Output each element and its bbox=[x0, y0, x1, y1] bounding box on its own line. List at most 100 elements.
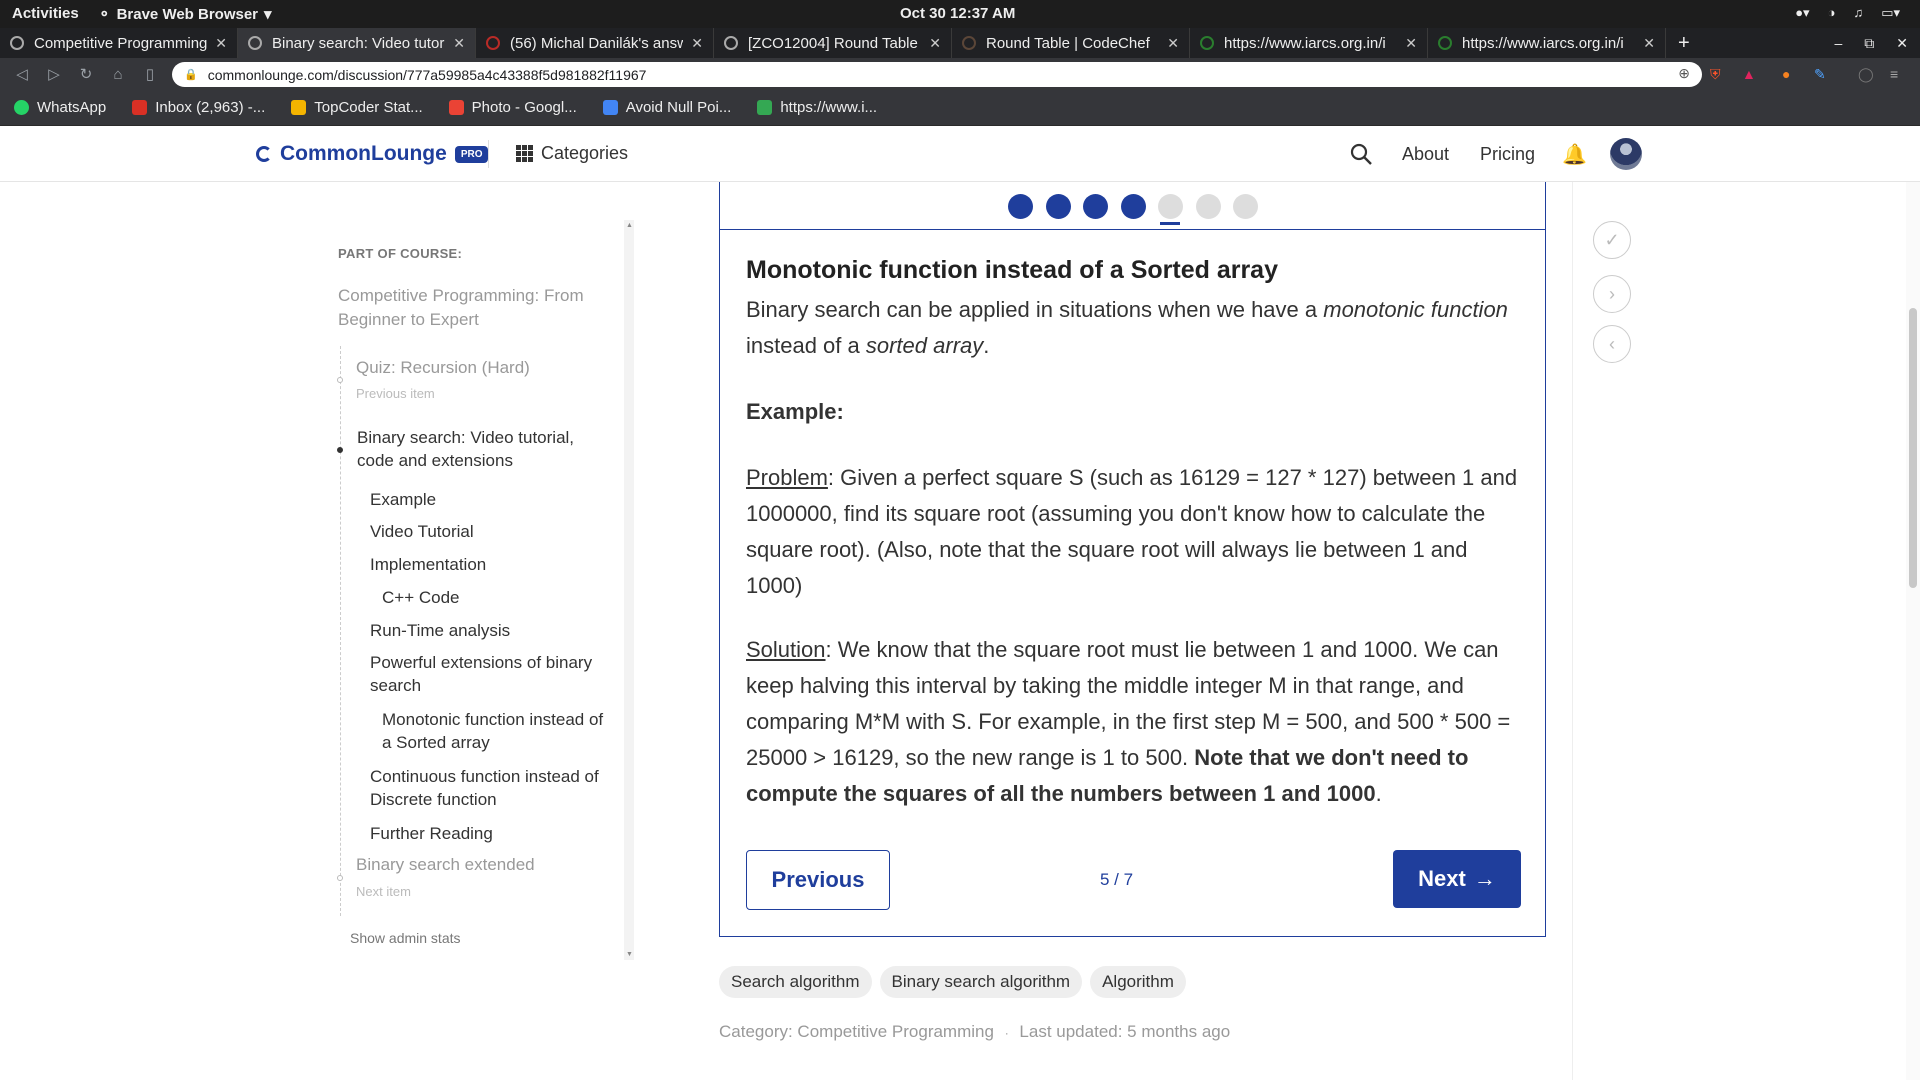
back-icon[interactable]: ◁ bbox=[6, 65, 38, 83]
app-name: Brave Web Browser bbox=[116, 5, 259, 23]
bookmark-label: TopCoder Stat... bbox=[314, 99, 423, 116]
course-title-link[interactable]: Competitive Programming: From Beginner t… bbox=[338, 284, 608, 332]
bookmarks-bar: WhatsApp Inbox (2,963) -... TopCoder Stat.… bbox=[0, 90, 1920, 126]
next-button[interactable]: Next → bbox=[1393, 850, 1521, 908]
check-icon[interactable]: ✓ bbox=[1593, 221, 1631, 259]
toc-item-continuous-function[interactable]: Continuous function instead of Discrete … bbox=[370, 765, 610, 811]
pen-icon[interactable]: ✎ bbox=[1814, 66, 1826, 83]
restore-icon[interactable]: ⧉ bbox=[1864, 35, 1874, 52]
toc-item-video-tutorial[interactable]: Video Tutorial bbox=[370, 520, 474, 543]
progress-dot[interactable] bbox=[1120, 194, 1146, 219]
chevron-right-icon[interactable]: › bbox=[1593, 275, 1631, 313]
progress-dot[interactable] bbox=[1158, 194, 1183, 219]
browser-tab[interactable]: https://www.iarcs.org.in/i ✕ bbox=[1428, 28, 1666, 58]
search-icon[interactable] bbox=[1350, 143, 1372, 165]
profile-icon[interactable]: ◯ bbox=[1858, 66, 1874, 83]
bell-icon[interactable]: 🔔 bbox=[1562, 142, 1587, 167]
browser-tab[interactable]: https://www.iarcs.org.in/i ✕ bbox=[1190, 28, 1428, 58]
address-bar[interactable]: 🔒 commonlounge.com/discussion/777a59985a… bbox=[172, 62, 1702, 87]
minimize-icon[interactable]: – bbox=[1834, 35, 1842, 51]
scroll-down-icon[interactable]: ▼ bbox=[626, 951, 633, 958]
lock-icon[interactable]: 🔒 bbox=[184, 68, 198, 81]
browser-tab[interactable]: Competitive Programming ✕ bbox=[0, 28, 238, 58]
category-link[interactable]: Category: Competitive Programming bbox=[719, 1022, 994, 1041]
menu-icon[interactable]: ≡ bbox=[1890, 66, 1898, 82]
pricing-link[interactable]: Pricing bbox=[1480, 144, 1535, 165]
close-icon[interactable]: ✕ bbox=[929, 35, 941, 52]
network-icon[interactable]: ◑ bbox=[1828, 5, 1836, 21]
browser-tab[interactable]: Round Table | CodeChef ✕ bbox=[952, 28, 1190, 58]
previous-button[interactable]: Previous bbox=[746, 850, 890, 910]
current-item-title[interactable]: Binary search: Video tutorial, code and … bbox=[357, 426, 607, 472]
progress-dot[interactable] bbox=[1233, 194, 1258, 219]
bookmark-favicon-icon bbox=[291, 100, 307, 115]
progress-dot[interactable] bbox=[1083, 194, 1108, 219]
activities-button[interactable]: Activities bbox=[12, 5, 79, 22]
close-icon[interactable]: ✕ bbox=[1167, 35, 1179, 52]
toc-item-runtime-analysis[interactable]: Run-Time analysis bbox=[370, 619, 510, 642]
tag-chip[interactable]: Search algorithm bbox=[719, 966, 872, 998]
browser-tab[interactable]: (56) Michal Danilák's answ ✕ bbox=[476, 28, 714, 58]
rewards-icon[interactable]: ▲ bbox=[1742, 66, 1756, 82]
notification-icon[interactable]: ●▾ bbox=[1795, 5, 1809, 21]
close-icon[interactable]: ✕ bbox=[215, 35, 227, 52]
close-icon[interactable]: ✕ bbox=[1643, 35, 1655, 52]
scrollbar-thumb[interactable] bbox=[1909, 308, 1917, 588]
battery-icon[interactable]: ▭▾ bbox=[1881, 5, 1900, 21]
toc-item-implementation[interactable]: Implementation bbox=[370, 553, 486, 576]
home-icon[interactable]: ⌂ bbox=[102, 66, 134, 83]
bookmark-icon[interactable]: ▯ bbox=[134, 65, 166, 83]
progress-dot[interactable] bbox=[1045, 194, 1071, 219]
bookmark-item[interactable]: Photo - Googl... bbox=[448, 99, 577, 116]
volume-icon[interactable]: ♫ bbox=[1853, 5, 1863, 21]
previous-item-link[interactable]: Quiz: Recursion (Hard) bbox=[356, 356, 530, 379]
next-item-label: Next item bbox=[356, 884, 411, 899]
toc-item-example[interactable]: Example bbox=[370, 488, 436, 511]
page-scrollbar[interactable] bbox=[1906, 182, 1920, 1080]
brave-shield-icon[interactable]: ⛨ bbox=[1710, 66, 1721, 83]
toc-item-cpp-code[interactable]: C++ Code bbox=[382, 586, 460, 609]
browser-tab[interactable]: [ZCO12004] Round Table (2 ✕ bbox=[714, 28, 952, 58]
scroll-up-icon[interactable]: ▲ bbox=[626, 222, 633, 229]
toc-item-monotonic-function[interactable]: Monotonic function instead of a Sorted a… bbox=[382, 708, 617, 754]
progress-dot[interactable] bbox=[1195, 194, 1221, 219]
avatar[interactable] bbox=[1610, 138, 1642, 170]
bookmark-item[interactable]: Avoid Null Poi... bbox=[602, 99, 731, 116]
close-icon[interactable]: ✕ bbox=[691, 35, 703, 52]
commonlounge-logo[interactable]: CommonLounge PRO bbox=[256, 142, 489, 166]
timeline-dot bbox=[337, 377, 343, 383]
close-icon[interactable]: ✕ bbox=[453, 35, 465, 52]
bookmark-item[interactable]: https://www.i... bbox=[757, 99, 877, 116]
system-tray[interactable]: ●▾ ◑ ♫ ▭▾ bbox=[1795, 5, 1900, 21]
chevron-left-icon[interactable]: ‹ bbox=[1593, 325, 1631, 363]
toc-item-powerful-extensions[interactable]: Powerful extensions of binary search bbox=[370, 651, 595, 697]
about-link[interactable]: About bbox=[1402, 144, 1449, 165]
bookmark-item[interactable]: TopCoder Stat... bbox=[291, 99, 423, 116]
browser-tab[interactable]: Binary search: Video tutori ✕ bbox=[238, 28, 476, 58]
sidebar-scrollbar[interactable]: ▲ ▼ bbox=[624, 220, 634, 960]
toc-item-further-reading[interactable]: Further Reading bbox=[370, 822, 493, 845]
extension-icon[interactable]: ● bbox=[1782, 66, 1790, 82]
bookmark-item[interactable]: WhatsApp bbox=[14, 99, 106, 116]
tag-chip[interactable]: Algorithm bbox=[1090, 966, 1186, 998]
reload-icon[interactable]: ↻ bbox=[70, 65, 102, 83]
close-icon[interactable]: ✕ bbox=[1405, 35, 1417, 52]
next-button-label: Next bbox=[1418, 866, 1466, 891]
intro-text: Binary search can be applied in situatio… bbox=[746, 297, 1324, 322]
bookmark-item[interactable]: Inbox (2,963) -... bbox=[132, 99, 265, 116]
next-item-link[interactable]: Binary search extended bbox=[356, 853, 535, 876]
intro-emphasis: monotonic function bbox=[1323, 297, 1508, 322]
zoom-icon[interactable]: ⊕ bbox=[1678, 65, 1690, 82]
clock[interactable]: Oct 30 12:37 AM bbox=[900, 5, 1015, 22]
new-tab-button[interactable]: + bbox=[1666, 28, 1702, 58]
page-indicator: 5 / 7 bbox=[1100, 870, 1134, 889]
problem-text: : Given a perfect square S (such as 1612… bbox=[746, 465, 1518, 598]
close-window-icon[interactable]: ✕ bbox=[1896, 35, 1908, 52]
app-menu[interactable]: ⚬ Brave Web Browser ▾ bbox=[98, 5, 272, 24]
tab-title: Binary search: Video tutori bbox=[272, 34, 446, 52]
forward-icon[interactable]: ▷ bbox=[38, 65, 70, 83]
tag-chip[interactable]: Binary search algorithm bbox=[879, 966, 1083, 998]
categories-menu[interactable]: Categories bbox=[516, 143, 628, 164]
show-admin-stats-link[interactable]: Show admin stats bbox=[350, 930, 461, 946]
progress-dot[interactable] bbox=[1008, 194, 1033, 219]
